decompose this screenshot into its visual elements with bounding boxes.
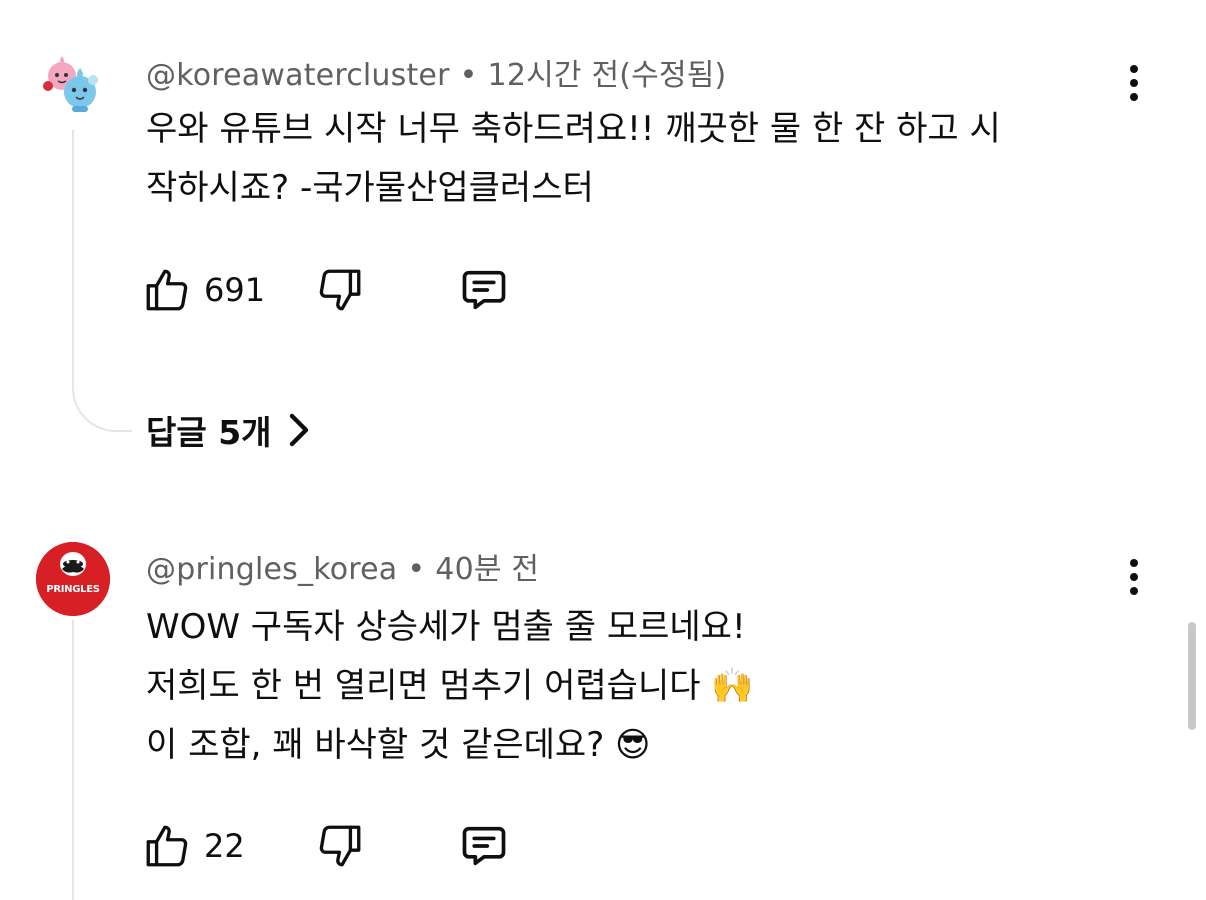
more-vert-icon-dot — [1130, 79, 1138, 87]
dislike-button[interactable] — [312, 818, 368, 874]
chevron-right-icon — [289, 413, 308, 447]
comment-text-line: 작하시죠? -국가물산업클러스터 — [146, 168, 594, 208]
author-handle[interactable]: @koreawatercluster — [146, 58, 450, 93]
meta-separator: • — [407, 552, 426, 587]
avatar[interactable]: PRINGLES — [36, 542, 110, 616]
comment-actions: 22 — [142, 818, 542, 874]
comment-time: 12시간 전(수정됨) — [487, 58, 727, 93]
meta-separator: • — [459, 58, 478, 93]
thumbs-up-icon — [146, 825, 188, 867]
like-button[interactable]: 22 — [142, 818, 245, 874]
thumbs-up-icon — [146, 269, 188, 311]
comment-actions: 691 — [142, 262, 542, 318]
reply-button[interactable] — [456, 262, 512, 318]
replies-label: 답글 5개 — [146, 413, 272, 452]
comment-text-line: 우와 유튜브 시작 너무 축하드려요!! 깨끗한 물 한 잔 하고 시 — [146, 109, 1001, 149]
comment-bubble-icon — [462, 826, 506, 866]
like-count: 691 — [204, 271, 266, 309]
comment-bubble-icon — [462, 270, 506, 310]
comment-text-line: 이 조합, 꽤 바삭할 것 같은데요? 😎 — [146, 725, 651, 765]
comment-text: 우와 유튜브 시작 너무 축하드려요!! 깨끗한 물 한 잔 하고 시 작하시죠… — [146, 100, 1001, 218]
pringles-logo-icon — [36, 542, 110, 616]
dislike-button[interactable] — [312, 262, 368, 318]
more-options-button[interactable] — [1118, 58, 1150, 108]
comment-meta: @pringles_korea • 40분 전 — [146, 544, 539, 588]
thumbs-down-icon — [319, 825, 361, 867]
comment-meta: @koreawatercluster • 12시간 전(수정됨) — [146, 50, 726, 94]
like-count: 22 — [204, 827, 245, 865]
author-handle[interactable]: @pringles_korea — [146, 552, 397, 587]
comment-item: @koreawatercluster • 12시간 전(수정됨) 우와 유튜브 시작… — [0, 0, 1206, 480]
thread-line — [72, 620, 74, 900]
thumbs-down-icon — [319, 269, 361, 311]
more-options-button[interactable] — [1118, 552, 1150, 602]
avatar-brand-text: PRINGLES — [46, 584, 100, 595]
comment-text-line: WOW 구독자 상승세가 멈출 줄 모르네요! — [146, 607, 746, 647]
thread-line — [72, 130, 74, 370]
more-vert-icon-dot — [1130, 587, 1138, 595]
comment-item: PRINGLES @pringles_korea • 40분 전 WOW 구독자 상… — [0, 520, 1206, 900]
like-button[interactable]: 691 — [142, 262, 265, 318]
comment-text: WOW 구독자 상승세가 멈출 줄 모르네요! 저희도 한 번 열리면 멈추기 … — [146, 598, 754, 775]
scrollbar[interactable] — [1188, 622, 1196, 730]
avatar[interactable] — [36, 46, 110, 120]
more-vert-icon-dot — [1130, 573, 1138, 581]
more-vert-icon-dot — [1130, 93, 1138, 101]
water-drop-characters-icon — [43, 56, 98, 112]
thread-connector — [72, 366, 132, 432]
view-replies-button[interactable]: 답글 5개 — [146, 406, 310, 454]
comment-time: 40분 전 — [435, 552, 540, 587]
comment-text-line: 저희도 한 번 열리면 멈추기 어렵습니다 🙌 — [146, 666, 754, 706]
more-vert-icon — [1130, 65, 1138, 73]
more-vert-icon — [1130, 559, 1138, 567]
reply-button[interactable] — [456, 818, 512, 874]
